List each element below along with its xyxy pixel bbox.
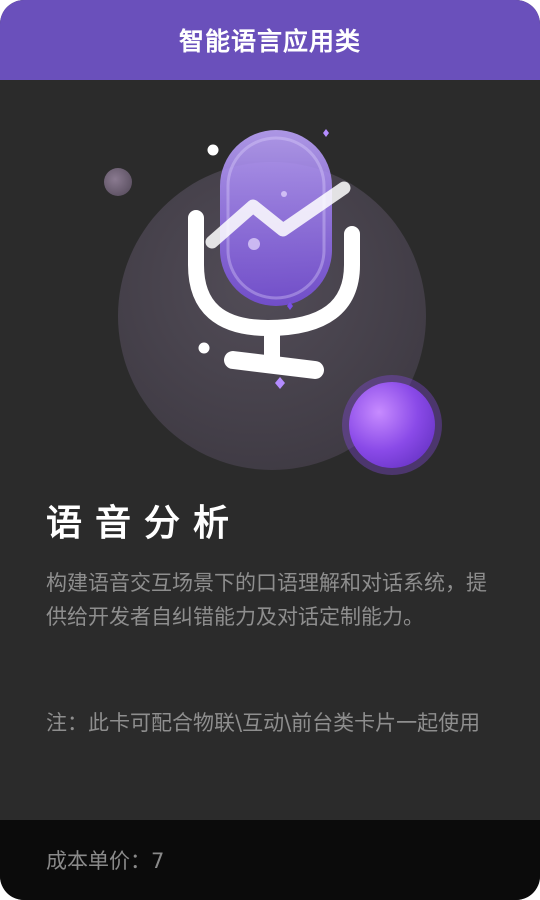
cost-value: 7 xyxy=(151,849,165,873)
card-description: 构建语音交互场景下的口语理解和对话系统，提供给开发者自纠错能力及对话定制能力。 xyxy=(46,571,487,629)
card-title: 语音分析 xyxy=(46,503,243,544)
purple-orb xyxy=(349,382,435,468)
card-note: 注：此卡可配合物联\互动\前台类卡片一起使用 xyxy=(46,711,481,735)
card-header: 智能语言应用类 xyxy=(0,0,540,80)
sparkle xyxy=(323,129,329,137)
dot xyxy=(198,342,210,354)
mic-stand-base xyxy=(224,351,324,379)
microphone-illustration xyxy=(104,129,442,475)
dot xyxy=(207,144,219,156)
card-footer: 成本单价：7 xyxy=(0,820,540,900)
cost-text: 成本单价：7 xyxy=(46,845,164,875)
category-title: 智能语言应用类 xyxy=(178,27,361,56)
small-orb xyxy=(104,168,132,196)
analysis-card[interactable]: 智能语言应用类 语音分析 构建语音交互场景下的口语理解和对话系统，提供给开发者自… xyxy=(0,0,540,900)
cost-label: 成本单价： xyxy=(46,849,151,873)
bubble xyxy=(248,238,260,250)
bubble xyxy=(281,191,287,197)
